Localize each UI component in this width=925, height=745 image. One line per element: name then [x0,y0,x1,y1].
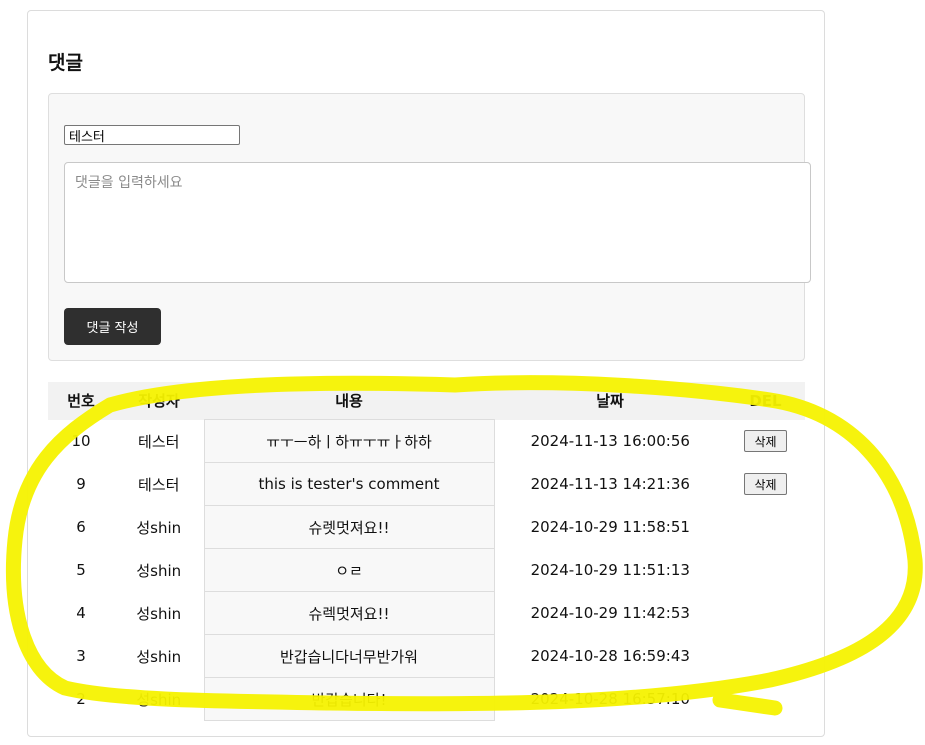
table-row: 4 성shin 슈렉멋져요!! 2024-10-29 11:42:53 [48,591,805,635]
submit-comment-button[interactable]: 댓글 작성 [64,308,161,345]
cell-author: 성shin [136,690,182,709]
cell-content: this is tester's comment [203,462,495,506]
cell-date: 2024-10-29 11:58:51 [530,518,690,536]
cell-number: 5 [76,561,86,579]
cell-delete [726,506,805,549]
cell-author: 성shin [136,518,182,537]
cell-content: ㅇㄹ [203,548,495,592]
cell-date: 2024-10-29 11:51:13 [530,561,690,579]
cell-content: 슈렉멋져요!! [203,591,495,635]
cell-delete [726,592,805,635]
delete-button[interactable]: 삭제 [744,473,787,495]
cell-date: 2024-10-28 16:59:43 [530,647,690,665]
table-row: 9 테스터 this is tester's comment 2024-11-1… [48,462,805,506]
header-content: 내용 [204,382,494,420]
table-row: 6 성shin 슈렛멋져요!! 2024-10-29 11:58:51 [48,505,805,549]
table-row: 3 성shin 반갑습니다너무반가워 2024-10-28 16:59:43 [48,634,805,678]
table-row: 10 테스터 ㅠㅜㅡ하ㅣ하ㅠㅜㅠㅏ하하 2024-11-13 16:00:56 … [48,419,805,463]
cell-delete: 삭제 [726,463,805,506]
cell-author: 성shin [136,604,182,623]
cell-content: 반갑습니다! [203,677,495,721]
author-input[interactable] [64,125,240,145]
cell-date: 2024-10-28 16:57:10 [530,690,690,708]
cell-author: 테스터 [138,432,180,451]
cell-number: 4 [76,604,86,622]
cell-author: 성shin [136,647,182,666]
header-author: 작성자 [114,382,204,420]
delete-button[interactable]: 삭제 [744,430,787,452]
cell-delete [726,678,805,721]
table-header-row: 번호 작성자 내용 날짜 DEL [48,382,805,420]
cell-delete [726,549,805,592]
cell-delete: 삭제 [726,420,805,463]
header-delete: DEL [726,382,805,420]
cell-content: ㅠㅜㅡ하ㅣ하ㅠㅜㅠㅏ하하 [203,419,495,463]
section-title: 댓글 [48,52,83,74]
cell-date: 2024-11-13 14:21:36 [530,475,690,493]
header-date: 날짜 [494,382,726,420]
cell-delete [726,635,805,678]
header-number: 번호 [48,382,114,420]
cell-author: 테스터 [138,475,180,494]
cell-number: 9 [76,475,86,493]
table-row: 5 성shin ㅇㄹ 2024-10-29 11:51:13 [48,548,805,592]
comment-table: 번호 작성자 내용 날짜 DEL 10 테스터 ㅠㅜㅡ하ㅣ하ㅠㅜㅠㅏ하하 202… [48,382,805,721]
cell-date: 2024-11-13 16:00:56 [530,432,690,450]
comment-textarea[interactable] [64,162,811,283]
cell-date: 2024-10-29 11:42:53 [530,604,690,622]
cell-content: 반갑습니다너무반가워 [203,634,495,678]
cell-number: 3 [76,647,86,665]
table-row: 2 성shin 반갑습니다! 2024-10-28 16:57:10 [48,677,805,721]
cell-number: 6 [76,518,86,536]
cell-author: 성shin [136,561,182,580]
cell-number: 2 [76,690,86,708]
cell-number: 10 [71,432,91,450]
cell-content: 슈렛멋져요!! [203,505,495,549]
